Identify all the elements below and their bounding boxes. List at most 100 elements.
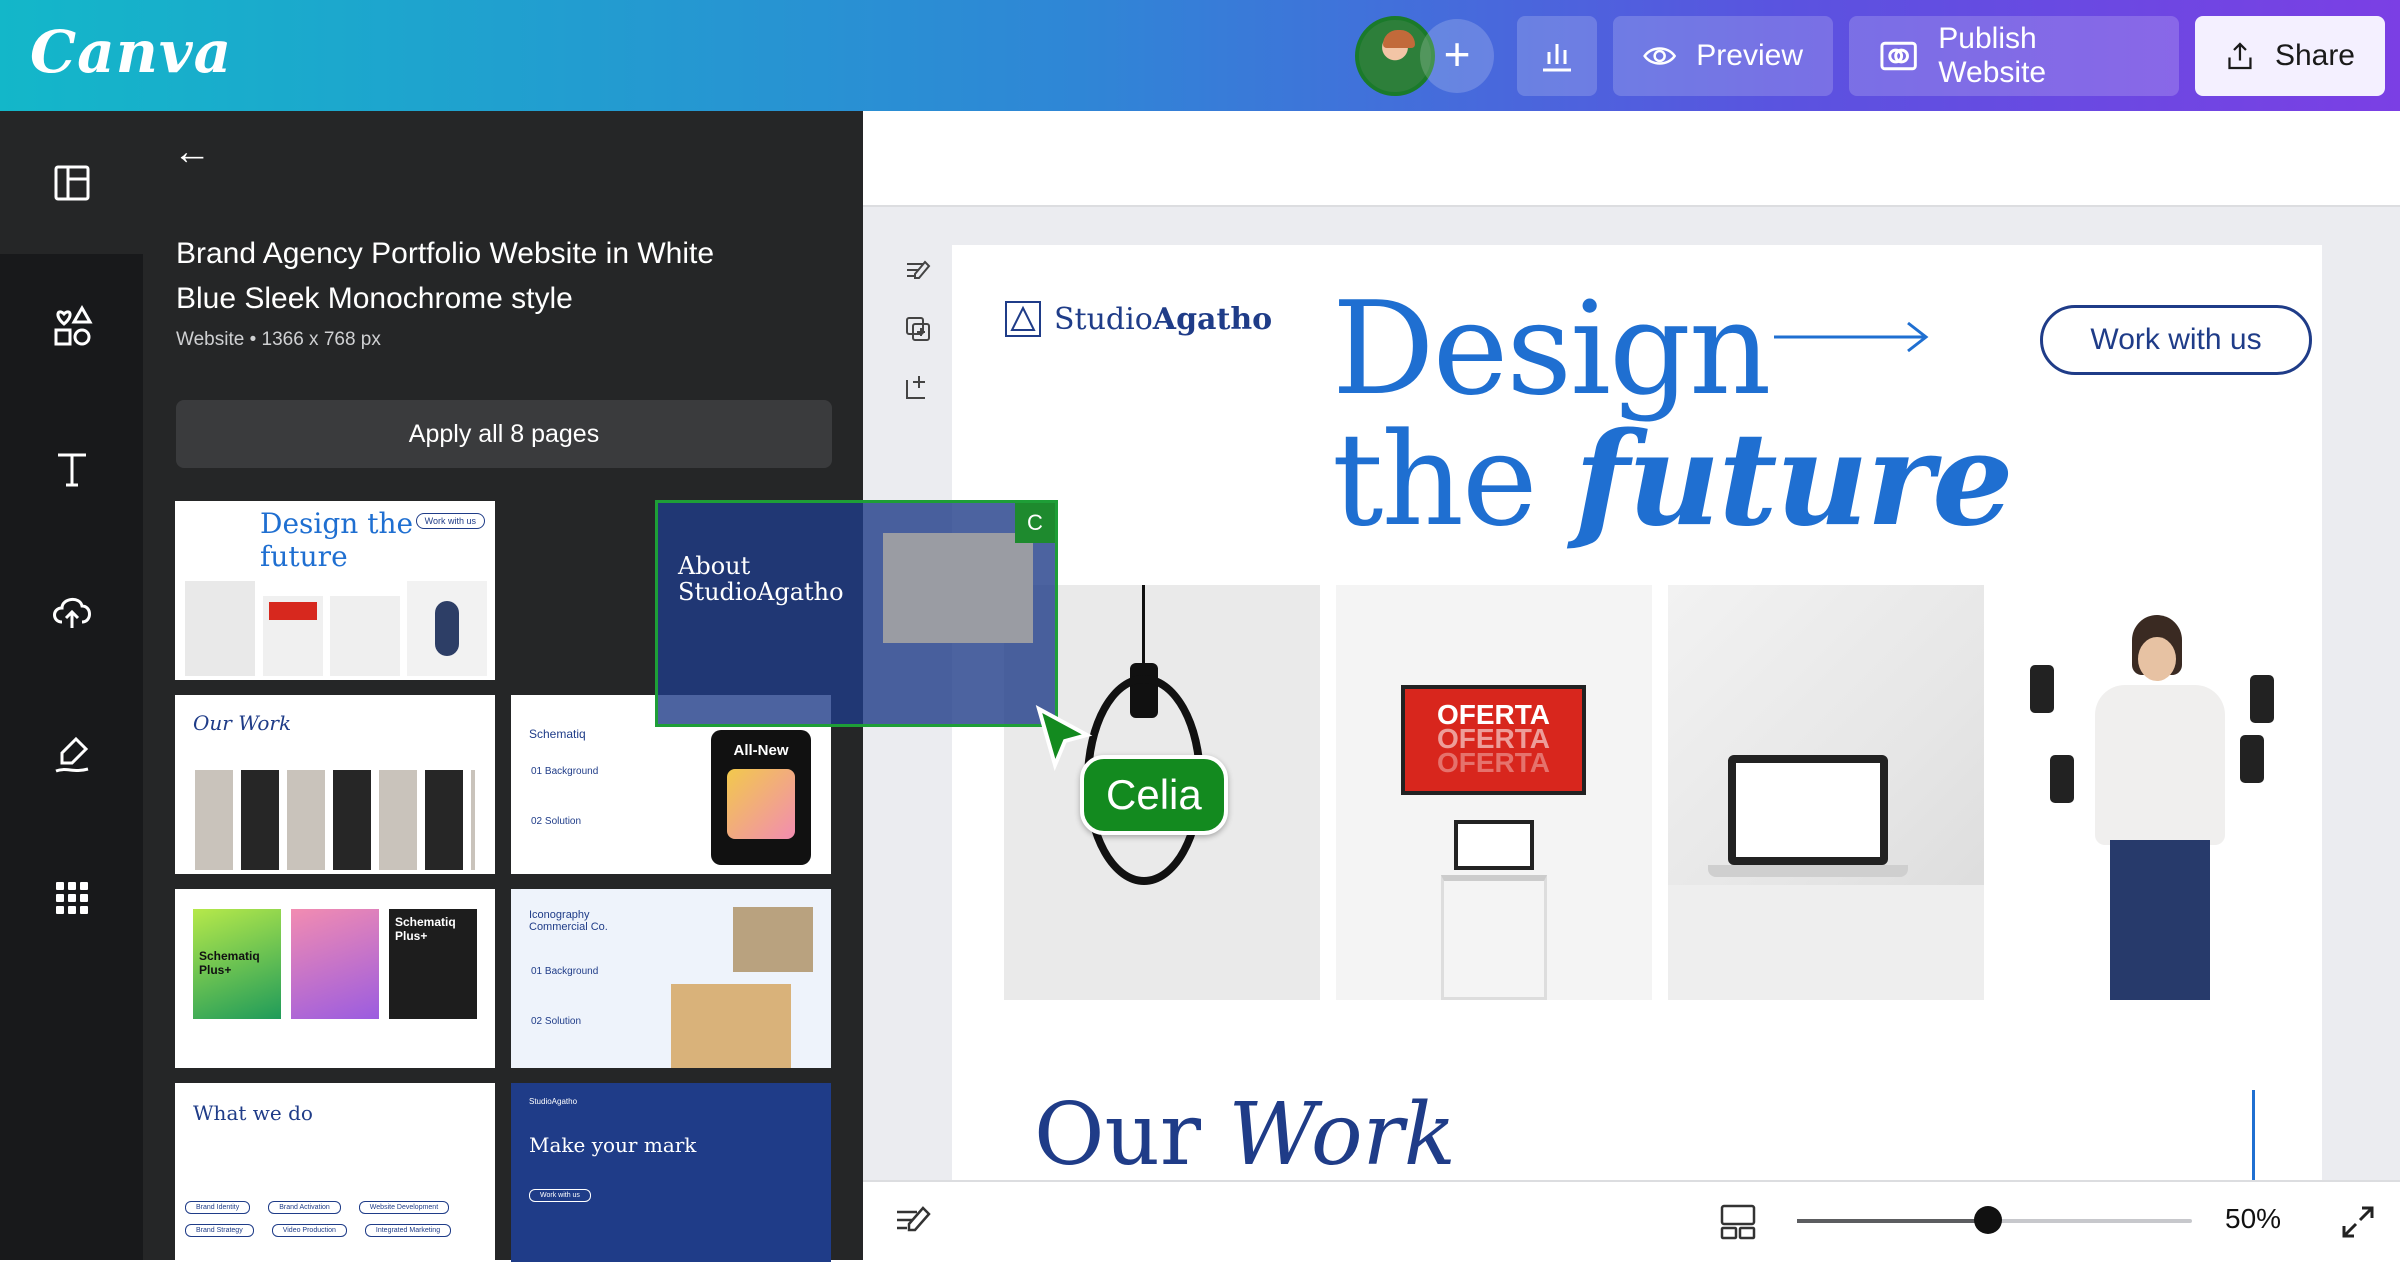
thumb-4-label-1: Background — [544, 766, 599, 777]
logo-text-regular: Studio — [1054, 301, 1153, 337]
headline-design: Design — [1332, 275, 1771, 424]
collaborator-name-tag: Celia — [1080, 755, 1228, 835]
zoom-slider-handle[interactable] — [1974, 1206, 2002, 1234]
thumb-1-photo-lamp — [185, 581, 255, 676]
rail-design[interactable] — [0, 111, 143, 254]
thumb-5-card-1: Schematiq Plus+ — [193, 909, 281, 1019]
rail-text[interactable] — [0, 397, 143, 540]
section-title-italic: Work — [1228, 1085, 1456, 1180]
fullscreen-icon[interactable] — [2338, 1202, 2378, 1242]
share-upload-icon — [2228, 42, 2252, 70]
share-button[interactable]: Share — [2195, 16, 2385, 96]
rail-apps[interactable] — [0, 826, 143, 969]
canvas-top-strip — [863, 111, 2400, 207]
thumb-1-button: Work with us — [415, 513, 485, 529]
thumb-7-chip: Video Production — [271, 1224, 347, 1237]
notes-icon[interactable] — [893, 1204, 933, 1240]
page-thumbnail-5[interactable]: Schematiq Plus+ Schematiq Plus+ — [175, 889, 495, 1068]
dragged-page-thumbnail[interactable]: About StudioAgatho C — [655, 500, 1058, 727]
thumb-7-chip: Integrated Marketing — [364, 1224, 452, 1237]
scroll-indicator-line — [2252, 1090, 2255, 1180]
duplicate-page-icon[interactable] — [903, 314, 933, 344]
thumb-1-photo-person — [407, 581, 487, 676]
publish-website-button[interactable]: Publish Website — [1849, 16, 2179, 96]
insights-button[interactable] — [1517, 16, 1597, 96]
thumb-1-photo-laptop — [330, 596, 400, 676]
thumb-5-card-3: Schematiq Plus+ — [389, 909, 477, 1019]
thumb-6-label-1: Background — [544, 966, 599, 977]
thumb-7-chip: Brand Activation — [268, 1201, 341, 1214]
drag-title-line-1: About — [678, 552, 751, 580]
layout-icon — [54, 165, 89, 200]
thumb-4-num-1: 01 — [531, 766, 543, 777]
thumb-4-title: Schematiq — [529, 727, 586, 741]
zoom-value[interactable]: 50% — [2225, 1203, 2281, 1235]
thumb-5-card-1-text: Schematiq Plus+ — [199, 949, 260, 977]
thumb-6-num-2: 02 — [531, 1016, 543, 1027]
page-thumbnail-3[interactable]: Our Work — [175, 695, 495, 874]
thumb-8-title: Make your mark — [529, 1133, 697, 1157]
notes-icon[interactable] — [903, 256, 933, 286]
drag-title-line-2: StudioAgatho — [678, 578, 844, 606]
rail-draw[interactable] — [0, 683, 143, 826]
publish-label: Publish Website — [1938, 22, 2047, 89]
thumb-7-title: What we do — [193, 1101, 313, 1125]
thumb-6-num-1: 01 — [531, 966, 543, 977]
section-title-our-work: Our Work — [1034, 1085, 1456, 1180]
thumb-3-title: Our Work — [193, 711, 292, 735]
page-tools — [903, 256, 933, 402]
headline-line-2: the future — [1332, 405, 2014, 555]
add-collaborator-button[interactable]: + — [1420, 19, 1494, 93]
section-title-regular: Our — [1034, 1085, 1229, 1180]
canva-logo[interactable]: Canva — [30, 18, 232, 86]
headline-future: future — [1574, 405, 2013, 555]
publish-icon — [1880, 41, 1917, 71]
zoom-slider-fill — [1797, 1219, 1987, 1223]
drag-title: About StudioAgatho — [678, 553, 844, 605]
text-icon — [57, 453, 86, 486]
triangle-logo-icon — [1005, 301, 1041, 337]
bar-chart-icon — [1543, 44, 1571, 72]
page-thumbnail-8[interactable]: StudioAgatho Make your mark Work with us — [511, 1083, 831, 1262]
oferta-line: OFERTA — [1436, 747, 1551, 778]
rail-uploads[interactable] — [0, 540, 143, 683]
thumb-4-phone: All-New — [711, 730, 811, 865]
thumb-6-title: Iconography Commercial Co. — [529, 909, 608, 933]
design-page[interactable]: StudioAgatho Design the future Work with… — [952, 245, 2322, 1180]
add-page-icon[interactable] — [903, 372, 933, 402]
top-bar: Canva + Preview Publish Website Share — [0, 0, 2400, 111]
thumb-5-card-2 — [291, 909, 379, 1019]
photo-laptop — [1668, 585, 1984, 1000]
thumb-4-label-2: Solution — [544, 816, 582, 827]
preview-label: Preview — [1696, 39, 1803, 72]
thumb-4-list: 01 Background 02 Solution — [531, 765, 598, 829]
upload-icon — [52, 597, 91, 628]
page-thumbnail-7[interactable]: What we do Brand Identity Brand Activati… — [175, 1083, 495, 1262]
thumb-8-logo: StudioAgatho — [529, 1097, 578, 1106]
preview-button[interactable]: Preview — [1613, 16, 1833, 96]
back-arrow-icon[interactable]: ← — [173, 131, 211, 174]
photo-person-phones — [2000, 585, 2322, 1000]
apps-icon — [55, 881, 88, 914]
collaborator-badge: C — [1015, 503, 1055, 543]
thumb-6-photo-2 — [671, 984, 791, 1068]
draw-icon — [54, 736, 88, 772]
thumb-4-num-2: 02 — [531, 816, 543, 827]
thumb-7-chip: Brand Strategy — [185, 1224, 254, 1237]
thumb-7-chips: Brand Identity Brand Activation Website … — [185, 1201, 485, 1237]
oferta-sign: OFERTA OFERTA OFERTA — [1401, 685, 1586, 795]
rail-elements[interactable] — [0, 254, 143, 397]
thumb-7-chip: Website Development — [358, 1201, 450, 1214]
thumb-1-photo-screen — [263, 596, 323, 676]
page-thumbnail-6[interactable]: Iconography Commercial Co. 01 Background… — [511, 889, 831, 1068]
side-rail — [0, 111, 143, 1260]
headline-the: the — [1332, 406, 1575, 555]
apply-all-pages-button[interactable]: Apply all 8 pages — [176, 400, 832, 468]
arrow-right-icon — [1774, 321, 1929, 353]
photo-oferta-screen: OFERTA OFERTA OFERTA — [1336, 585, 1652, 1000]
headline-line-1: Design — [1332, 275, 1771, 424]
page-grid-icon[interactable] — [1718, 1202, 1758, 1242]
thumb-8-button: Work with us — [529, 1189, 591, 1202]
page-thumbnail-1[interactable]: Design the future Work with us — [175, 501, 495, 680]
work-with-us-button[interactable]: Work with us — [2040, 305, 2312, 375]
